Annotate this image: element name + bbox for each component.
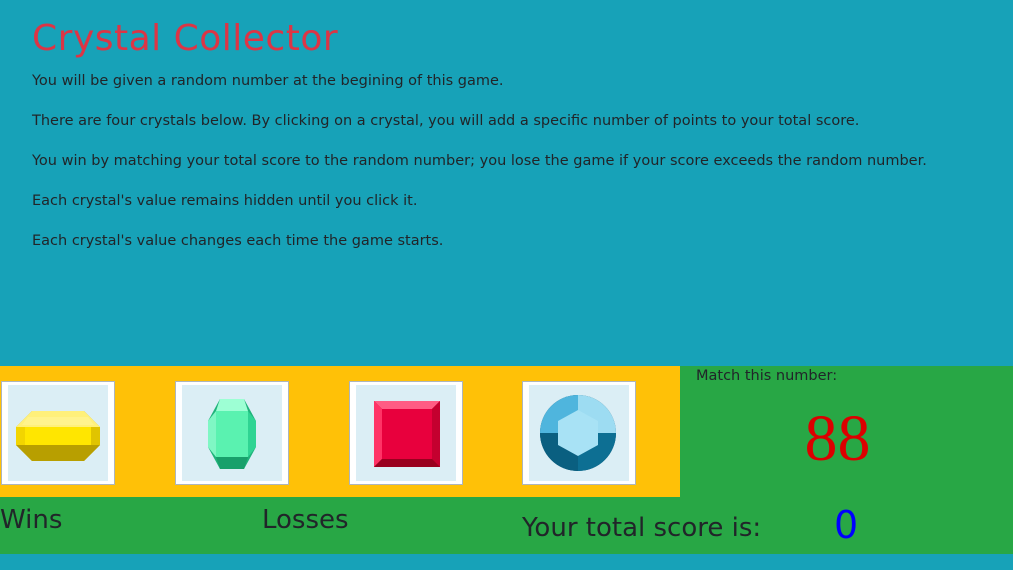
wins-label: Wins — [0, 505, 63, 535]
instruction-line: You win by matching your total score to … — [32, 153, 927, 169]
red-square-gem-icon — [374, 401, 440, 467]
target-number: 88 — [804, 402, 871, 475]
target-label: Match this number: — [696, 368, 838, 384]
crystal-button-yellow[interactable] — [1, 381, 115, 485]
yellow-octagon-gem-icon — [16, 411, 100, 461]
crystal-tile — [182, 385, 282, 481]
crystal-tile — [356, 385, 456, 481]
total-score-value: 0 — [834, 503, 859, 547]
instruction-line: Each crystal's value remains hidden unti… — [32, 193, 418, 209]
stats-bar: Wins Losses Your total score is: 0 — [0, 497, 1013, 554]
crystal-tile — [8, 385, 108, 481]
game-title: Crystal Collector — [32, 18, 339, 59]
green-hexagon-gem-icon — [208, 399, 256, 469]
instruction-line: You will be given a random number at the… — [32, 73, 504, 89]
target-panel: Match this number: 88 — [680, 366, 1013, 497]
instruction-line: There are four crystals below. By clicki… — [32, 113, 860, 129]
crystal-button-green[interactable] — [175, 381, 289, 485]
total-score-label: Your total score is: — [522, 513, 762, 543]
crystal-button-red[interactable] — [349, 381, 463, 485]
crystal-bar — [0, 366, 680, 497]
blue-round-gem-icon — [540, 395, 616, 471]
losses-label: Losses — [262, 505, 349, 535]
crystal-button-blue[interactable] — [522, 381, 636, 485]
crystal-tile — [529, 385, 629, 481]
instruction-line: Each crystal's value changes each time t… — [32, 233, 444, 249]
instructions: You will be given a random number at the… — [32, 72, 992, 272]
